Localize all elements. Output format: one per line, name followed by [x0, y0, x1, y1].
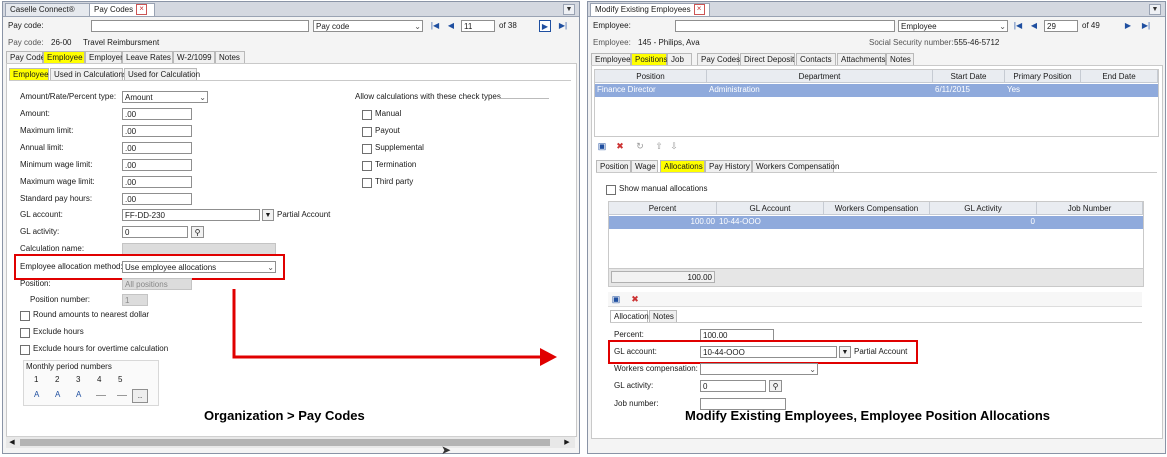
mouse-cursor-icon: ➤	[441, 443, 452, 457]
connector-arrow	[232, 289, 557, 366]
